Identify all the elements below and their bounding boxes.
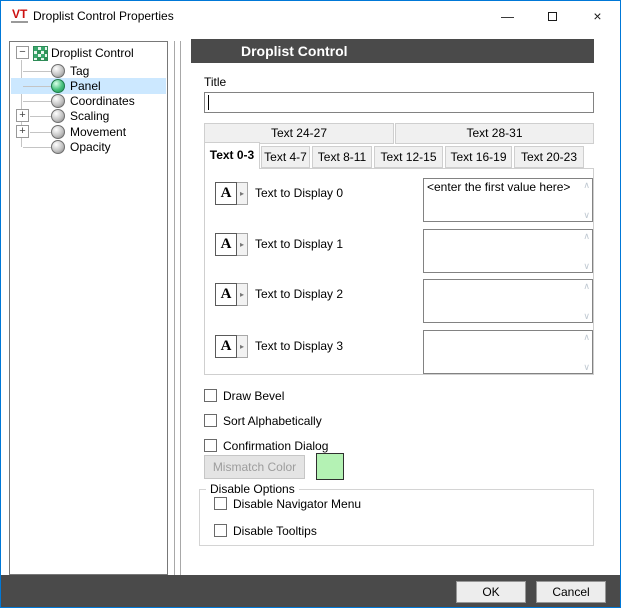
- disable-tooltips-label: Disable Tooltips: [233, 524, 317, 538]
- font-icon[interactable]: A: [215, 233, 237, 256]
- display-2-textarea[interactable]: ∧ ∨: [423, 279, 593, 323]
- tree-item-droplist-control[interactable]: − Droplist Control: [11, 45, 166, 61]
- tree-item-label: Tag: [70, 63, 89, 79]
- tag-node-icon: [51, 64, 65, 78]
- title-input[interactable]: [204, 92, 594, 113]
- tab-text-28-31[interactable]: Text 28-31: [395, 123, 594, 144]
- tree-connector-line: [23, 71, 51, 72]
- display-0-label: Text to Display 0: [255, 186, 343, 200]
- window-title: Droplist Control Properties: [33, 1, 174, 32]
- tree-item-label: Droplist Control: [51, 45, 134, 61]
- sort-alphabetically-checkbox[interactable]: [204, 414, 217, 427]
- scroll-down-icon[interactable]: ∨: [583, 361, 590, 373]
- draw-bevel-checkbox[interactable]: [204, 389, 217, 402]
- display-1-label: Text to Display 1: [255, 237, 343, 251]
- font-icon[interactable]: A: [215, 283, 237, 306]
- font-button-2[interactable]: A ▸: [215, 283, 248, 306]
- scroll-down-icon[interactable]: ∨: [583, 260, 590, 272]
- display-3-label: Text to Display 3: [255, 339, 343, 353]
- collapse-icon[interactable]: −: [16, 46, 29, 59]
- font-button-1[interactable]: A ▸: [215, 233, 248, 256]
- tree-connector-line: [23, 86, 51, 87]
- tab-text-12-15[interactable]: Text 12-15: [374, 146, 443, 168]
- tree-item-opacity[interactable]: Opacity: [11, 139, 166, 155]
- maximize-icon: [548, 12, 557, 21]
- font-dropdown-icon[interactable]: ▸: [237, 182, 248, 205]
- title-bar: VT Droplist Control Properties — ×: [1, 1, 620, 32]
- opacity-node-icon: [51, 140, 65, 154]
- confirmation-dialog-label: Confirmation Dialog: [223, 439, 328, 453]
- font-dropdown-icon[interactable]: ▸: [237, 233, 248, 256]
- tree-connector-line: [23, 101, 51, 102]
- display-3-textarea[interactable]: ∧ ∨: [423, 330, 593, 374]
- font-icon[interactable]: A: [215, 182, 237, 205]
- tab-text-8-11[interactable]: Text 8-11: [312, 146, 372, 168]
- panel-header: Droplist Control: [191, 39, 594, 63]
- vtscada-logo-icon: VT: [11, 8, 28, 23]
- title-field-label: Title: [204, 75, 226, 89]
- tree-item-tag[interactable]: Tag: [11, 63, 166, 79]
- expand-icon[interactable]: +: [16, 125, 29, 138]
- text-0-3-tab-panel: A ▸ Text to Display 0 <enter the first v…: [204, 168, 594, 375]
- tree-item-label: Movement: [70, 124, 126, 140]
- tree-item-scaling[interactable]: + Scaling: [11, 108, 166, 124]
- font-icon[interactable]: A: [215, 335, 237, 358]
- mismatch-color-button[interactable]: Mismatch Color: [204, 455, 305, 479]
- mismatch-color-swatch[interactable]: [316, 453, 344, 480]
- tree-item-coordinates[interactable]: Coordinates: [11, 93, 166, 109]
- maximize-button[interactable]: [530, 1, 575, 32]
- font-dropdown-icon[interactable]: ▸: [237, 283, 248, 306]
- scroll-up-icon[interactable]: ∧: [583, 230, 590, 242]
- scroll-up-icon[interactable]: ∧: [583, 179, 590, 191]
- tree-panel-splitter[interactable]: [174, 41, 181, 575]
- tree-connector-line: [23, 147, 51, 148]
- tab-text-0-3[interactable]: Text 0-3: [204, 142, 260, 169]
- movement-node-icon: [51, 125, 65, 139]
- draw-bevel-label: Draw Bevel: [223, 389, 284, 403]
- display-2-label: Text to Display 2: [255, 287, 343, 301]
- panel-node-icon: [51, 79, 65, 93]
- tree-item-label: Coordinates: [70, 93, 135, 109]
- scroll-up-icon[interactable]: ∧: [583, 331, 590, 343]
- disable-navigator-menu-label: Disable Navigator Menu: [233, 497, 361, 511]
- tree-item-label: Panel: [70, 78, 101, 94]
- coordinates-node-icon: [51, 94, 65, 108]
- disable-tooltips-checkbox[interactable]: [214, 524, 227, 537]
- droplist-control-icon: [33, 46, 48, 61]
- scroll-up-icon[interactable]: ∧: [583, 280, 590, 292]
- droplist-properties-window: VT Droplist Control Properties — × − Dro…: [0, 0, 621, 608]
- disable-navigator-menu-checkbox[interactable]: [214, 497, 227, 510]
- scroll-down-icon[interactable]: ∨: [583, 209, 590, 221]
- display-1-textarea[interactable]: ∧ ∨: [423, 229, 593, 273]
- tree-item-label: Opacity: [70, 139, 111, 155]
- cancel-button[interactable]: Cancel: [536, 581, 606, 603]
- tab-text-4-7[interactable]: Text 4-7: [261, 146, 310, 168]
- scaling-node-icon: [51, 109, 65, 123]
- text-caret: [208, 95, 209, 110]
- textarea-value: <enter the first value here>: [427, 180, 577, 195]
- font-dropdown-icon[interactable]: ▸: [237, 335, 248, 358]
- minimize-button[interactable]: —: [485, 1, 530, 32]
- scroll-down-icon[interactable]: ∨: [583, 310, 590, 322]
- footer-bar: [1, 575, 620, 608]
- tab-text-16-19[interactable]: Text 16-19: [445, 146, 512, 168]
- display-0-textarea[interactable]: <enter the first value here> ∧ ∨: [423, 178, 593, 222]
- tab-text-24-27[interactable]: Text 24-27: [204, 123, 394, 144]
- property-tree: − Droplist Control Tag Panel Coordinates: [9, 41, 168, 575]
- tree-item-panel[interactable]: Panel: [11, 78, 166, 94]
- font-button-0[interactable]: A ▸: [215, 182, 248, 205]
- close-button[interactable]: ×: [575, 1, 620, 32]
- disable-options-group-label: Disable Options: [206, 482, 299, 496]
- expand-icon[interactable]: +: [16, 109, 29, 122]
- tree-item-movement[interactable]: + Movement: [11, 124, 166, 140]
- confirmation-dialog-checkbox[interactable]: [204, 439, 217, 452]
- tree-item-label: Scaling: [70, 108, 109, 124]
- font-button-3[interactable]: A ▸: [215, 335, 248, 358]
- tab-text-20-23[interactable]: Text 20-23: [514, 146, 584, 168]
- sort-alphabetically-label: Sort Alphabetically: [223, 414, 322, 428]
- ok-button[interactable]: OK: [456, 581, 526, 603]
- tree-connector-line: [30, 116, 51, 117]
- tree-connector-line: [30, 132, 51, 133]
